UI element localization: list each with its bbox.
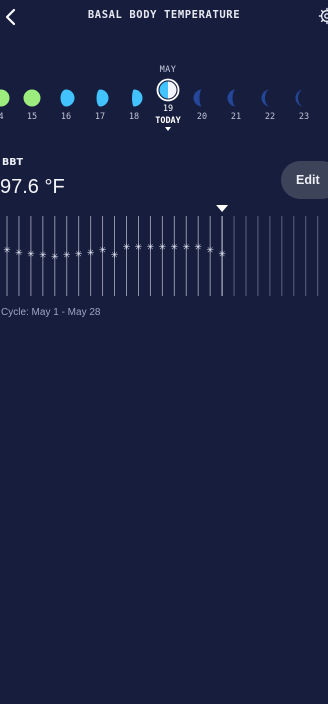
day-number: 20 (196, 112, 208, 122)
waning-crescent-icon (261, 89, 270, 107)
header: BASAL BODY TEMPERATURE (0, 0, 328, 34)
data-point-day-12[interactable]: ✳ (135, 243, 143, 253)
data-point-day-17[interactable]: ✳ (194, 243, 202, 253)
data-point-day-8[interactable]: ✳ (87, 249, 95, 259)
edit-button[interactable]: Edit (281, 161, 328, 199)
day-number: 15 (26, 112, 38, 122)
day-number: 19 (162, 104, 174, 114)
fertile-circle-icon (0, 89, 10, 107)
fertile-circle-icon (23, 89, 41, 107)
data-point-day-1[interactable]: ✳ (3, 246, 11, 256)
data-point-day-19[interactable]: ✳ (218, 250, 226, 260)
day-number: 17 (94, 112, 106, 122)
page-title: BASAL BODY TEMPERATURE (87, 9, 241, 21)
data-point-day-11[interactable]: ✳ (123, 243, 131, 253)
data-point-day-6[interactable]: ✳ (63, 251, 71, 261)
day-18[interactable]: 18 (117, 60, 151, 140)
data-point-day-14[interactable]: ✳ (159, 243, 167, 253)
data-point-day-18[interactable]: ✳ (206, 246, 214, 256)
waxing-moon-icon (96, 89, 109, 107)
day-20[interactable]: 20 (185, 60, 219, 140)
today-caret-icon (216, 205, 229, 212)
data-point-day-16[interactable]: ✳ (182, 243, 190, 253)
day-22[interactable]: 22 (253, 60, 287, 140)
month-label: MAY (159, 65, 177, 75)
bbt-value: 97.6 °F (0, 176, 65, 198)
data-point-day-9[interactable]: ✳ (99, 246, 107, 256)
data-point-day-4[interactable]: ✳ (39, 251, 47, 261)
day-number: 16 (60, 112, 72, 122)
data-point-day-15[interactable]: ✳ (171, 243, 179, 253)
day-23[interactable]: 23 (287, 60, 321, 140)
data-point-day-2[interactable]: ✳ (15, 249, 23, 259)
day-17[interactable]: 17 (83, 60, 117, 140)
data-point-day-3[interactable]: ✳ (27, 250, 35, 260)
caret-down-icon (165, 127, 171, 131)
day-number: 21 (230, 112, 242, 122)
bbt-label: BBT (2, 157, 23, 168)
waxing-gibbous-moon-icon (60, 89, 75, 107)
today-half-moon-icon (156, 78, 180, 102)
data-point-day-13[interactable]: ✳ (147, 243, 155, 253)
waning-moon-icon (227, 89, 236, 107)
data-point-day-10[interactable]: ✳ (111, 251, 119, 261)
waning-crescent-icon (295, 89, 304, 107)
today-marker (216, 205, 229, 212)
day-21[interactable]: 21 (219, 60, 253, 140)
data-point-day-5[interactable]: ✳ (51, 253, 59, 263)
half-moon-icon (132, 89, 143, 107)
day-number: 22 (264, 112, 276, 122)
bbt-chart: ✳ ✳ ✳ ✳ ✳ ✳ ✳ ✳ ✳✳✳ ✳ ✳ ✳ ✳ ✳ ✳ ✳ ✳ (3, 205, 319, 296)
cycle-range: Cycle: May 1 - May 28 (1, 307, 101, 318)
day-19-today[interactable]: MAY 19 TODAY (151, 60, 185, 140)
data-point-day-7[interactable]: ✳ (75, 250, 83, 260)
day-16[interactable]: 16 (49, 60, 83, 140)
day-15[interactable]: 15 (15, 60, 49, 140)
gear-icon[interactable] (318, 6, 328, 26)
day-strip: 4 15 16 17 18 MAY 19 TODAY 20 21 22 23 (0, 60, 328, 140)
day-number: 23 (298, 112, 310, 122)
waning-moon-icon (193, 89, 202, 107)
